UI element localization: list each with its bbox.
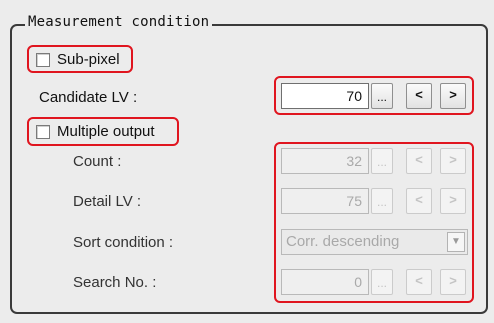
candidate-lv-ellipsis-button[interactable]: ...: [371, 83, 393, 109]
multiple-output-checkbox[interactable]: [36, 125, 50, 139]
sort-condition-label: Sort condition :: [73, 234, 174, 251]
sub-pixel-checkbox-row[interactable]: Sub-pixel: [36, 51, 120, 69]
sort-condition-value: Corr. descending: [286, 233, 400, 250]
detail-lv-ellipsis-button[interactable]: ...: [371, 188, 393, 214]
search-no-decrement-button[interactable]: <: [406, 269, 432, 295]
sub-pixel-checkbox[interactable]: [36, 53, 50, 67]
group-title: Measurement condition: [25, 12, 213, 32]
candidate-lv-input[interactable]: 70: [281, 83, 369, 109]
multiple-output-checkbox-row[interactable]: Multiple output: [36, 123, 155, 141]
candidate-lv-increment-button[interactable]: >: [440, 83, 466, 109]
detail-lv-input[interactable]: 75: [281, 188, 369, 214]
sort-condition-select[interactable]: Corr. descending ▼: [281, 229, 468, 255]
multiple-output-label: Multiple output: [57, 123, 155, 140]
detail-lv-decrement-button[interactable]: <: [406, 188, 432, 214]
search-no-label: Search No. :: [73, 274, 157, 291]
count-ellipsis-button[interactable]: ...: [371, 148, 393, 174]
sub-pixel-label: Sub-pixel: [57, 51, 120, 68]
measurement-condition-panel: Measurement condition Sub-pixel Candidat…: [0, 0, 494, 323]
search-no-increment-button[interactable]: >: [440, 269, 466, 295]
count-decrement-button[interactable]: <: [406, 148, 432, 174]
count-input[interactable]: 32: [281, 148, 369, 174]
candidate-lv-decrement-button[interactable]: <: [406, 83, 432, 109]
search-no-ellipsis-button[interactable]: ...: [371, 269, 393, 295]
detail-lv-increment-button[interactable]: >: [440, 188, 466, 214]
chevron-down-icon[interactable]: ▼: [447, 232, 465, 252]
search-no-input[interactable]: 0: [281, 269, 369, 295]
detail-lv-label: Detail LV :: [73, 193, 142, 210]
count-label: Count :: [73, 153, 122, 170]
candidate-lv-label: Candidate LV :: [39, 89, 138, 106]
count-increment-button[interactable]: >: [440, 148, 466, 174]
